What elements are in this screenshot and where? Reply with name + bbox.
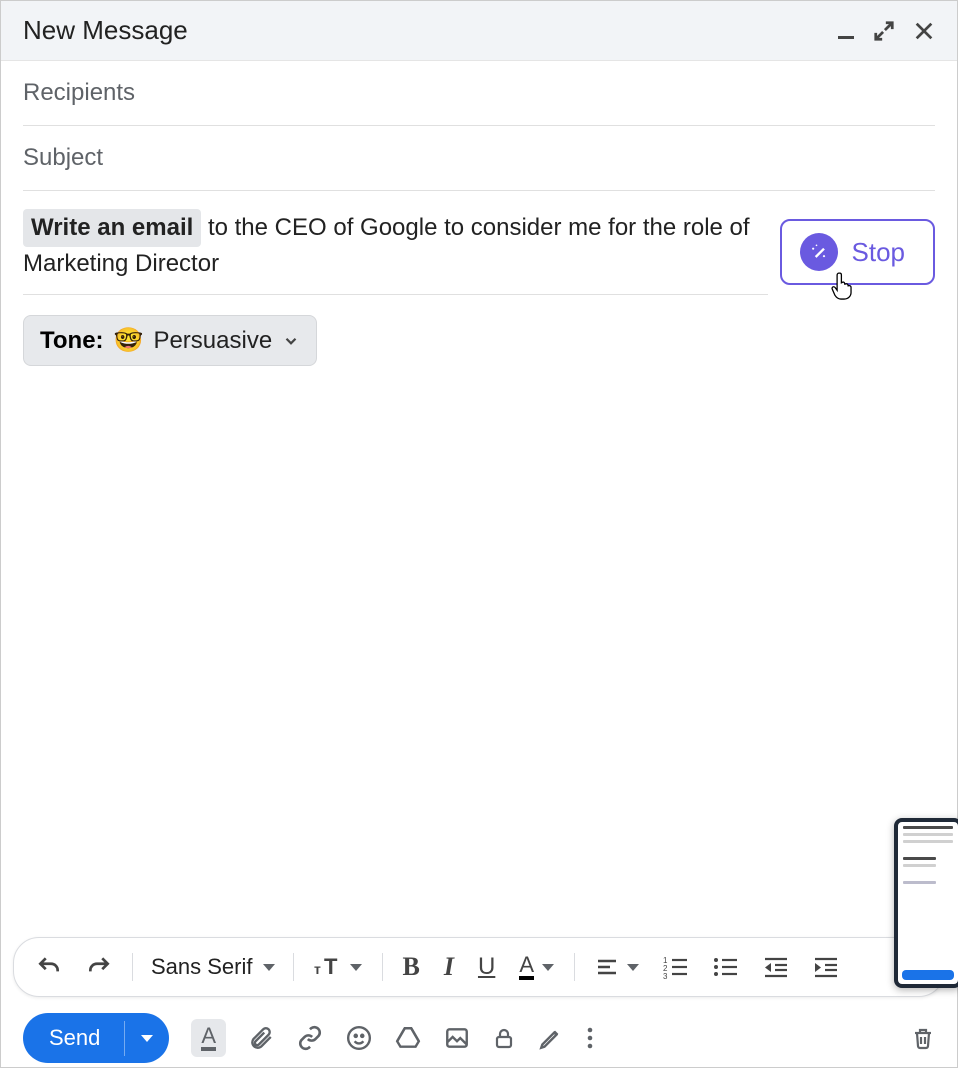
toolbar-separator	[382, 953, 383, 981]
tone-row: Tone: 🤓 Persuasive	[1, 315, 957, 366]
text-color-icon: A	[519, 954, 534, 980]
dropdown-caret-icon	[141, 1035, 153, 1042]
compose-header: New Message	[1, 1, 957, 61]
ai-prompt-input[interactable]: Write an email to the CEO of Google to c…	[23, 209, 768, 295]
format-toolbar: Sans Serif тT B I U A 123	[13, 937, 945, 997]
recipients-placeholder: Recipients	[23, 79, 135, 106]
magic-wand-icon	[800, 233, 838, 271]
send-button[interactable]: Send	[23, 1013, 169, 1063]
insert-link-button[interactable]	[296, 1025, 324, 1051]
discard-draft-button[interactable]	[911, 1025, 935, 1051]
indent-less-button[interactable]	[755, 949, 797, 985]
bottom-left-actions: Send A	[23, 1013, 594, 1063]
tone-selector[interactable]: Tone: 🤓 Persuasive	[23, 315, 317, 366]
minimize-icon[interactable]	[837, 22, 855, 40]
thumb-stripe	[903, 881, 936, 884]
toolbar-separator	[574, 953, 575, 981]
cursor-pointer-icon	[830, 271, 856, 301]
font-size-select[interactable]: тT	[306, 949, 370, 985]
bulleted-list-button[interactable]	[705, 949, 747, 985]
underline-icon: U	[478, 953, 495, 981]
dropdown-caret-icon	[263, 964, 275, 971]
text-color-button[interactable]: A	[511, 948, 562, 986]
insert-drive-button[interactable]	[394, 1025, 422, 1051]
thumb-stripe	[903, 857, 936, 860]
indent-more-button[interactable]	[805, 949, 847, 985]
italic-icon: I	[444, 952, 454, 982]
thumb-stripe	[903, 864, 936, 867]
format-a-icon: A	[201, 1025, 216, 1051]
thumb-stripe	[903, 840, 953, 843]
thumbnail-preview	[894, 818, 958, 988]
recipients-field[interactable]: Recipients	[23, 61, 935, 126]
chevron-down-icon	[282, 332, 300, 350]
underline-button[interactable]: U	[470, 947, 503, 987]
compose-bottom-bar: Send A	[1, 1007, 957, 1067]
insert-photo-button[interactable]	[444, 1025, 470, 1051]
dropdown-caret-icon	[542, 964, 554, 971]
thumb-stripe	[903, 826, 953, 829]
stop-button-label: Stop	[852, 237, 906, 268]
undo-button[interactable]	[28, 948, 70, 986]
more-options-button[interactable]	[586, 1025, 594, 1051]
numbered-list-button[interactable]: 123	[655, 949, 697, 985]
svg-text:T: T	[324, 955, 338, 979]
expand-icon[interactable]	[873, 20, 895, 42]
window-controls	[837, 20, 935, 42]
send-options-dropdown[interactable]	[124, 1021, 169, 1056]
toolbar-separator	[293, 953, 294, 981]
bold-button[interactable]: B	[395, 946, 428, 988]
insert-signature-button[interactable]	[538, 1025, 564, 1051]
ai-prompt-row: Write an email to the CEO of Google to c…	[1, 191, 957, 307]
subject-placeholder: Subject	[23, 144, 103, 171]
font-family-select[interactable]: Sans Serif	[145, 954, 281, 980]
insert-emoji-button[interactable]	[346, 1025, 372, 1051]
compose-title: New Message	[23, 15, 188, 46]
align-button[interactable]	[587, 949, 647, 985]
tone-emoji-icon: 🤓	[114, 326, 144, 355]
compose-fields: Recipients Subject	[1, 61, 957, 191]
toolbar-separator	[132, 953, 133, 981]
close-icon[interactable]	[913, 20, 935, 42]
toggle-formatting-button[interactable]: A	[191, 1019, 226, 1057]
redo-button[interactable]	[78, 948, 120, 986]
bold-icon: B	[403, 952, 420, 982]
thumb-bottom-bar	[902, 970, 954, 980]
thumb-stripe	[903, 833, 953, 836]
font-family-value: Sans Serif	[151, 954, 253, 980]
compose-window: New Message Recipients Subject	[0, 0, 958, 1068]
stop-button[interactable]: Stop	[780, 219, 936, 285]
italic-button[interactable]: I	[436, 946, 462, 988]
tone-value: Persuasive	[153, 327, 272, 355]
svg-text:3: 3	[663, 972, 668, 979]
svg-text:т: т	[314, 961, 321, 977]
confidential-mode-button[interactable]	[492, 1025, 516, 1051]
attach-file-button[interactable]	[248, 1025, 274, 1051]
send-button-label: Send	[23, 1013, 124, 1063]
tone-label: Tone:	[40, 327, 104, 355]
dropdown-caret-icon	[350, 964, 362, 971]
prompt-command-pill: Write an email	[23, 209, 201, 247]
compose-body[interactable]	[1, 366, 957, 937]
subject-field[interactable]: Subject	[23, 126, 935, 191]
dropdown-caret-icon	[627, 964, 639, 971]
